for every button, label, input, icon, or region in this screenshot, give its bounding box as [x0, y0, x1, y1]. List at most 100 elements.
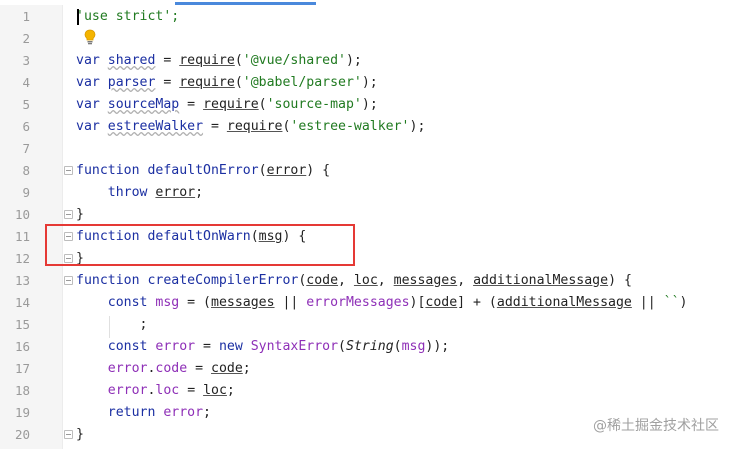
code-token: '@vue/shared'	[242, 53, 346, 68]
code-token: ;	[242, 361, 251, 376]
code-line[interactable]: var estreeWalker = require('estree-walke…	[76, 116, 731, 138]
code-token: additionalMessage	[496, 295, 632, 310]
code-token: loc	[203, 383, 227, 398]
code-line[interactable]: }	[76, 204, 731, 226]
code-token: estreeWalker	[107, 119, 204, 134]
code-line[interactable]: const error = new SyntaxError(String(msg…	[76, 336, 731, 358]
code-token: (	[234, 53, 243, 68]
code-line[interactable]: var shared = require('@vue/shared');	[76, 50, 731, 72]
code-token: (	[258, 163, 267, 178]
fold-marker-line-13[interactable]	[64, 276, 73, 285]
code-line[interactable]	[76, 28, 731, 50]
code-token: );	[361, 97, 378, 112]
code-line[interactable]: error.code = code;	[76, 358, 731, 380]
code-token: messages	[211, 295, 275, 310]
code-token: loc	[353, 273, 378, 288]
code-line[interactable]: function createCompilerError(code, loc, …	[76, 270, 731, 292]
code-token: ;	[226, 383, 235, 398]
code-token: const	[107, 339, 156, 354]
fold-marker-line-10[interactable]	[64, 210, 73, 219]
line-number: 9	[22, 185, 30, 200]
line-number: 18	[14, 383, 30, 398]
code-token: ,	[457, 273, 474, 288]
line-number: 6	[22, 119, 30, 134]
code-token: require	[179, 75, 235, 90]
code-token: defaultOnError	[147, 163, 259, 178]
text-caret	[77, 9, 79, 25]
code-token: return	[107, 405, 164, 420]
code-token: const	[107, 295, 156, 310]
code-token: (	[258, 97, 267, 112]
line-number: 10	[14, 207, 30, 222]
code-token: );	[345, 53, 362, 68]
code-token: error	[155, 185, 196, 200]
code-line[interactable]: error.loc = loc;	[76, 380, 731, 402]
code-token: code	[425, 295, 458, 310]
code-line[interactable]: var sourceMap = require('source-map');	[76, 94, 731, 116]
code-token: throw	[107, 185, 156, 200]
code-token: );	[361, 75, 378, 90]
code-line[interactable]: ;	[76, 314, 731, 336]
code-line[interactable]: function defaultOnError(error) {	[76, 160, 731, 182]
line-number: 1	[22, 9, 30, 24]
code-token: =	[195, 339, 219, 354]
code-line[interactable]: var parser = require('@babel/parser');	[76, 72, 731, 94]
code-line[interactable]: 'use strict';	[76, 6, 731, 28]
code-token: )	[679, 295, 688, 310]
fold-marker-line-20[interactable]	[64, 430, 73, 439]
code-token: errorMessages	[306, 295, 410, 310]
highlight-annotation-box	[45, 224, 355, 266]
code-line[interactable]: throw error;	[76, 182, 731, 204]
code-token: = (	[179, 295, 211, 310]
editor-tab-strip	[0, 0, 731, 5]
fold-marker-line-8[interactable]	[64, 166, 73, 175]
line-number: 3	[22, 53, 30, 68]
active-tab-indicator	[175, 2, 316, 5]
code-token: 'source-map'	[266, 97, 362, 112]
code-token: require	[226, 119, 283, 134]
code-token: ,	[377, 273, 394, 288]
line-number: 20	[14, 427, 30, 442]
code-token: =	[179, 97, 204, 112]
code-token: shared	[107, 53, 156, 68]
line-number: 14	[14, 295, 30, 310]
code-token: code	[155, 361, 188, 376]
line-number: 17	[14, 361, 30, 376]
code-token: ) {	[306, 163, 331, 178]
code-token: error	[266, 163, 307, 178]
code-token: var	[76, 75, 108, 90]
code-line[interactable]	[76, 138, 731, 160]
code-token: require	[179, 53, 235, 68]
code-token: (	[393, 339, 402, 354]
line-number: 19	[14, 405, 30, 420]
code-token: )[	[409, 295, 426, 310]
code-token: createCompilerError	[147, 273, 299, 288]
line-numbers: 1 2 3 4 5 6 7 8 9 10 11 12 13 14 15 16 17 18 19 20	[0, 6, 34, 446]
line-number: 7	[22, 141, 30, 156]
code-token: new	[218, 339, 251, 354]
code-line[interactable]: const msg = (messages || errorMessages)[…	[76, 292, 731, 314]
code-token: ;	[76, 317, 148, 332]
code-token: error	[155, 339, 196, 354]
code-token: (	[338, 339, 346, 354]
line-number: 8	[22, 163, 30, 178]
code-token: code	[211, 361, 243, 376]
code-token: loc	[155, 383, 180, 398]
code-token: '@babel/parser'	[242, 75, 362, 90]
code-token: (	[234, 75, 243, 90]
code-token: 'use strict';	[76, 9, 180, 24]
code-token: require	[203, 97, 259, 112]
code-token: additionalMessage	[473, 273, 609, 288]
code-token: ;	[203, 405, 211, 420]
line-number: 2	[22, 31, 30, 46]
code-token: 'estree-walker'	[290, 119, 410, 134]
lightbulb-icon[interactable]	[84, 29, 96, 45]
line-number: 15	[14, 317, 30, 332]
code-token: ));	[425, 339, 450, 354]
code-token: =	[187, 361, 212, 376]
code-token: var	[76, 97, 108, 112]
